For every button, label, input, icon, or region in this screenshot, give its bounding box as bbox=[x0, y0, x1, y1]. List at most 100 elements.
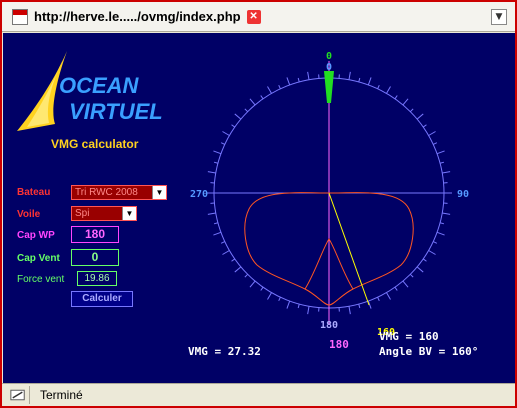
compass-tick bbox=[433, 241, 438, 244]
compass-tick bbox=[442, 171, 451, 174]
compass-tick bbox=[213, 161, 219, 164]
compass-tick bbox=[260, 95, 264, 100]
compass-tick bbox=[267, 292, 272, 300]
compass-tick bbox=[436, 231, 445, 236]
compass-tick bbox=[377, 84, 380, 89]
chevron-down-icon: ▼ bbox=[152, 186, 166, 199]
compass-tick bbox=[433, 142, 438, 145]
wind-arrow-icon bbox=[324, 71, 334, 103]
status-icon bbox=[10, 386, 30, 404]
polar-compass: 0 0 270 90 180 160 bbox=[190, 51, 469, 338]
compass-tick bbox=[234, 266, 242, 273]
chevron-down-icon[interactable]: ▼ bbox=[491, 9, 507, 25]
page-title: VMG calculator bbox=[51, 137, 139, 151]
compass-tick bbox=[278, 297, 281, 302]
compass-tick bbox=[231, 258, 236, 262]
compass-tick bbox=[358, 77, 361, 83]
compass-tick bbox=[348, 71, 351, 80]
title-bar: http://herve.le...../ovmg/index.php ✕ ▼ bbox=[2, 2, 515, 32]
compass-tick bbox=[249, 280, 256, 288]
compass-tick bbox=[297, 77, 300, 83]
chevron-down-icon: ▼ bbox=[122, 207, 136, 220]
calculer-button[interactable]: Calculer bbox=[71, 291, 133, 307]
compass-tick bbox=[213, 222, 219, 225]
compass-right-label: 90 bbox=[457, 189, 469, 200]
bateau-label: Bateau bbox=[17, 187, 51, 198]
window-url: http://herve.le...../ovmg/index.php bbox=[34, 9, 241, 24]
cap-vent-label: Cap Vent bbox=[17, 253, 60, 264]
compass-tick bbox=[213, 231, 222, 236]
compass-tick bbox=[244, 273, 249, 278]
compass-left-label: 270 bbox=[190, 189, 208, 200]
compass-tick bbox=[386, 86, 391, 94]
compass-tick bbox=[307, 306, 310, 315]
compass-tick bbox=[394, 95, 398, 100]
compass-tick bbox=[428, 250, 436, 255]
compass-tick bbox=[416, 113, 424, 120]
compass-tick bbox=[428, 131, 436, 136]
compass-tick bbox=[439, 222, 445, 225]
status-bar: Terminé bbox=[2, 383, 515, 406]
bateau-select-value: Tri RWC 2008 bbox=[75, 187, 138, 198]
cap-wp-input[interactable]: 180 bbox=[71, 226, 119, 243]
vmg-wp-result: VMG = 27.32 bbox=[188, 345, 261, 358]
compass-top-label: 0 bbox=[326, 51, 332, 62]
compass-tick bbox=[439, 161, 445, 164]
compass-tick bbox=[394, 286, 398, 291]
compass-tick bbox=[348, 306, 351, 315]
compass-tick bbox=[358, 303, 361, 309]
cap-vent-input[interactable]: 0 bbox=[71, 249, 119, 266]
voile-label: Voile bbox=[17, 209, 41, 220]
voile-select-value: Spi bbox=[75, 208, 90, 219]
compass-tick bbox=[260, 286, 264, 291]
compass-tick bbox=[267, 86, 272, 94]
browser-window: http://herve.le...../ovmg/index.php ✕ ▼ … bbox=[0, 0, 517, 408]
compass-tick bbox=[307, 71, 310, 80]
page-icon bbox=[12, 8, 28, 25]
close-icon[interactable]: ✕ bbox=[246, 9, 261, 24]
compass-tick bbox=[402, 280, 409, 288]
cap-wp-label: Cap WP bbox=[17, 230, 55, 241]
compass-tick bbox=[207, 212, 216, 215]
svg-text:OCEAN: OCEAN bbox=[59, 73, 140, 98]
heading-line bbox=[328, 192, 370, 306]
angle-bv-result: Angle BV = 160° bbox=[379, 345, 479, 358]
force-vent-input[interactable]: 19.86 bbox=[77, 271, 117, 286]
compass-bottom-label: 180 bbox=[320, 320, 338, 331]
compass-tick bbox=[416, 266, 424, 273]
compass-tick bbox=[402, 98, 409, 106]
compass-tick bbox=[386, 292, 391, 300]
compass-tick bbox=[222, 250, 230, 255]
force-vent-label: Force vent bbox=[17, 274, 65, 285]
compass-tick bbox=[231, 124, 236, 128]
compass-tick bbox=[278, 84, 281, 89]
compass-tick bbox=[249, 98, 256, 106]
status-text: Terminé bbox=[40, 388, 83, 402]
cap-wp-readout: 180 bbox=[329, 338, 349, 351]
compass-tick bbox=[442, 212, 451, 215]
compass-tick bbox=[422, 124, 427, 128]
compass-tick bbox=[422, 258, 427, 262]
page-content: OCEAN VIRTUEL VMG calculator Bateau Tri … bbox=[3, 33, 515, 383]
compass-tick bbox=[220, 241, 225, 244]
compass-tick bbox=[234, 113, 242, 120]
ocean-virtuel-logo: OCEAN VIRTUEL bbox=[17, 51, 163, 131]
voile-select[interactable]: Spi ▼ bbox=[71, 206, 137, 221]
compass-tick bbox=[286, 77, 291, 86]
compass-tick bbox=[286, 300, 291, 309]
compass-top-inner-label: 0 bbox=[326, 62, 332, 73]
compass-tick bbox=[367, 77, 372, 86]
compass-tick bbox=[377, 297, 380, 302]
compass-tick bbox=[409, 108, 414, 113]
compass-tick bbox=[409, 273, 414, 278]
compass-tick bbox=[220, 142, 225, 145]
compass-tick bbox=[244, 108, 249, 113]
compass-tick bbox=[213, 150, 222, 155]
svg-text:VIRTUEL: VIRTUEL bbox=[69, 99, 163, 124]
compass-tick bbox=[207, 171, 216, 174]
compass-tick bbox=[436, 150, 445, 155]
bateau-select[interactable]: Tri RWC 2008 ▼ bbox=[71, 185, 167, 200]
vmg-best-result: VMG = 160 bbox=[379, 330, 439, 343]
compass-tick bbox=[297, 303, 300, 309]
compass-tick bbox=[222, 131, 230, 136]
